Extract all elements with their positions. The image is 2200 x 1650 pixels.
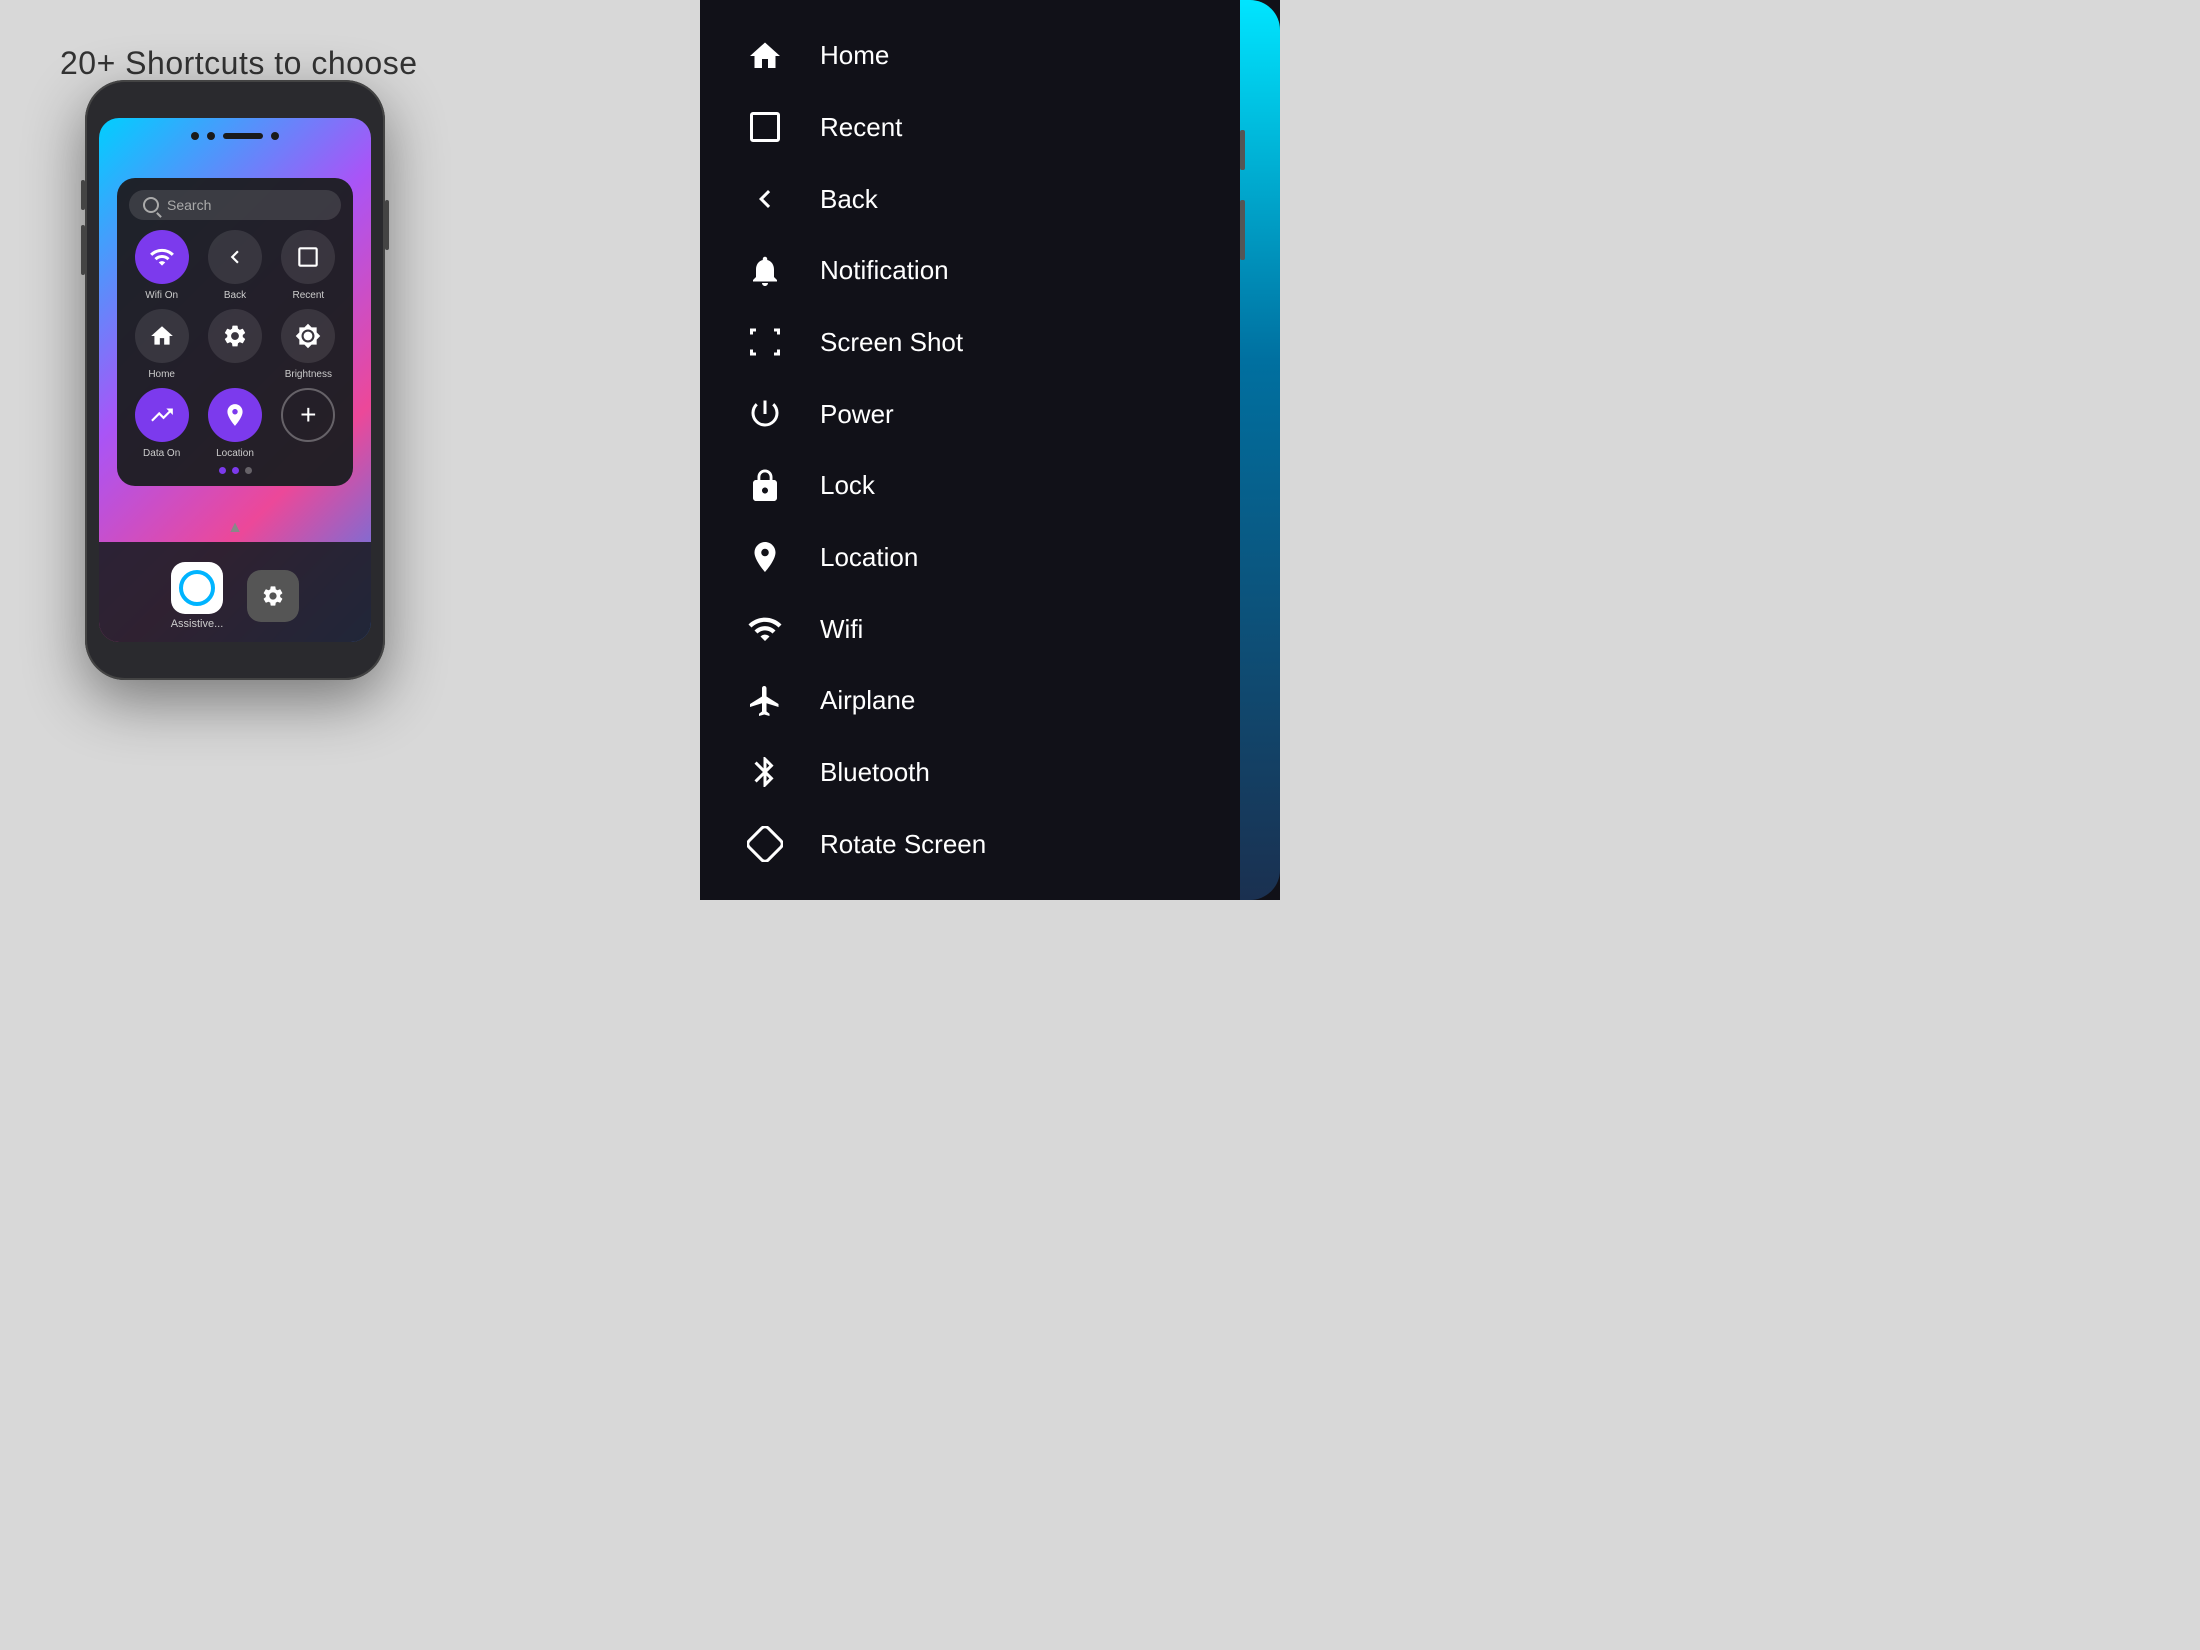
brightness-label: Brightness: [285, 369, 332, 380]
assistive-menu: Search Wifi On: [117, 178, 353, 486]
list-item-home[interactable]: Home: [740, 34, 1235, 78]
screenshot-icon: [740, 324, 790, 360]
home-list-label: Home: [820, 40, 889, 71]
assistive-label: Assistive...: [171, 618, 224, 630]
notification-list-label: Notification: [820, 255, 949, 286]
back-icon: [740, 181, 790, 217]
search-icon: [143, 197, 159, 213]
shortcut-cell-back[interactable]: Back: [202, 230, 267, 301]
location-icon: [740, 539, 790, 575]
volume-down-button: [81, 225, 85, 275]
speaker: [223, 133, 263, 139]
wifi-button[interactable]: [135, 230, 189, 284]
right-edge-glow: [1240, 0, 1280, 900]
assistive-app-icon[interactable]: [171, 562, 223, 614]
settings-app-icon[interactable]: [247, 570, 299, 622]
recent-icon: [740, 109, 790, 145]
list-item-bluetooth[interactable]: Bluetooth: [740, 750, 1235, 794]
power-button: [385, 200, 389, 250]
settings-button[interactable]: [208, 309, 262, 363]
shortcut-cell-recent[interactable]: Recent: [276, 230, 341, 301]
list-item-rotate[interactable]: Rotate Screen: [740, 822, 1235, 866]
headline: 20+ Shortcuts to choose: [60, 45, 418, 82]
bluetooth-icon: [740, 754, 790, 790]
camera-row: [191, 132, 279, 140]
list-item-power[interactable]: Power: [740, 392, 1235, 436]
shortcut-cell-home[interactable]: Home: [129, 309, 194, 380]
recent-label: Recent: [292, 290, 324, 301]
right-phone: Home Recent Back: [700, 0, 1280, 900]
volume-up-button: [81, 180, 85, 210]
recent-button[interactable]: [281, 230, 335, 284]
shortcut-cell-wifi[interactable]: Wifi On: [129, 230, 194, 301]
app-icon-row: Assistive...: [171, 562, 300, 630]
lock-icon: [740, 468, 790, 504]
add-button[interactable]: +: [281, 388, 335, 442]
list-item-airplane[interactable]: Airplane: [740, 679, 1235, 723]
power-list-label: Power: [820, 399, 894, 430]
back-label: Back: [224, 290, 246, 301]
shortcut-cell-brightness[interactable]: Brightness: [276, 309, 341, 380]
shortcut-cell-data[interactable]: Data On: [129, 388, 194, 459]
home-icon: [740, 38, 790, 74]
wifi-label: Wifi On: [145, 290, 178, 301]
list-item-screenshot[interactable]: Screen Shot: [740, 320, 1235, 364]
shortcut-list: Home Recent Back: [700, 0, 1235, 900]
data-label: Data On: [143, 448, 180, 459]
right-phone-shell: Home Recent Back: [700, 0, 1280, 900]
home-button[interactable]: [135, 309, 189, 363]
bluetooth-list-label: Bluetooth: [820, 757, 930, 788]
back-button[interactable]: [208, 230, 262, 284]
data-button[interactable]: [135, 388, 189, 442]
airplane-list-label: Airplane: [820, 685, 915, 716]
phone-shell-left: Search Wifi On: [85, 80, 385, 680]
page-dots: [129, 467, 341, 474]
rotate-icon: [740, 826, 790, 862]
list-item-notification[interactable]: Notification: [740, 249, 1235, 293]
right-side-btn1: [1240, 130, 1245, 170]
wifi-icon: [740, 611, 790, 647]
notification-icon: [740, 253, 790, 289]
back-list-label: Back: [820, 184, 878, 215]
screenshot-list-label: Screen Shot: [820, 327, 963, 358]
phone-screen: Search Wifi On: [99, 118, 371, 642]
location-list-label: Location: [820, 542, 918, 573]
left-phone: Search Wifi On: [85, 80, 385, 680]
lock-list-label: Lock: [820, 470, 875, 501]
brightness-button[interactable]: [281, 309, 335, 363]
camera-dot: [191, 132, 199, 140]
dot-3: [245, 467, 252, 474]
shortcut-cell-add[interactable]: +: [276, 388, 341, 459]
shortcut-cell-settings[interactable]: [202, 309, 267, 380]
search-placeholder: Search: [167, 197, 211, 213]
rotate-list-label: Rotate Screen: [820, 829, 986, 860]
search-bar[interactable]: Search: [129, 190, 341, 220]
home-label: Home: [148, 369, 175, 380]
dot-2: [232, 467, 239, 474]
list-item-location[interactable]: Location: [740, 535, 1235, 579]
shortcut-cell-location[interactable]: Location: [202, 388, 267, 459]
camera-dot: [207, 132, 215, 140]
assistive-icon-inner: [179, 570, 215, 606]
list-item-back[interactable]: Back: [740, 177, 1235, 221]
right-side-btn2: [1240, 200, 1245, 260]
airplane-icon: [740, 683, 790, 719]
bottom-bar: Assistive...: [99, 542, 371, 642]
chevron-up-icon: ▲: [227, 519, 243, 537]
location-label: Location: [216, 448, 254, 459]
shortcut-grid: Wifi On Back: [129, 230, 341, 459]
list-item-recent[interactable]: Recent: [740, 105, 1235, 149]
camera-dot: [271, 132, 279, 140]
location-button[interactable]: [208, 388, 262, 442]
recent-list-label: Recent: [820, 112, 902, 143]
wifi-list-label: Wifi: [820, 614, 863, 645]
dot-1: [219, 467, 226, 474]
power-icon: [740, 396, 790, 432]
list-item-wifi[interactable]: Wifi: [740, 607, 1235, 651]
list-item-lock[interactable]: Lock: [740, 464, 1235, 508]
